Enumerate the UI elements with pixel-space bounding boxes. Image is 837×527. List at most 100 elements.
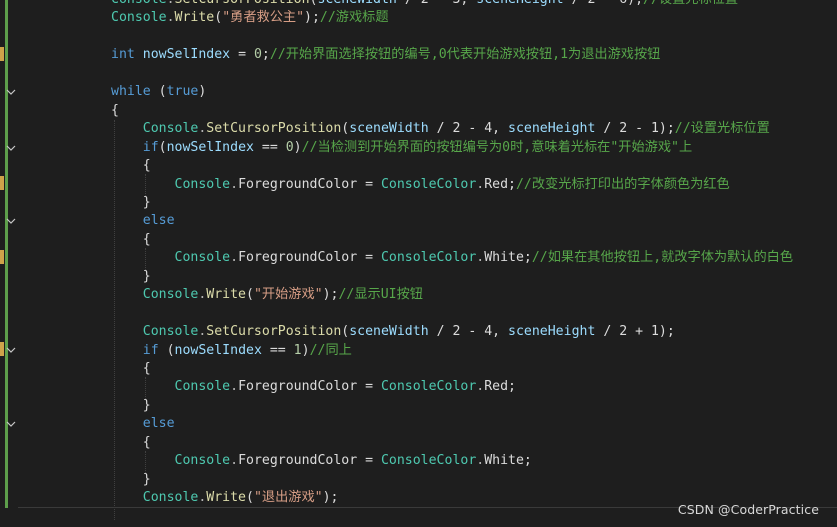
code-line[interactable]: int nowSelIndex = 0;//开始界面选择按钮的编号,0代表开始游…	[111, 46, 660, 64]
code-token: ForegroundColor =	[238, 176, 381, 192]
code-token: Console	[142, 490, 199, 506]
code-line[interactable]: }	[111, 268, 151, 286]
code-line[interactable]: Console.ForegroundColor = ConsoleColor.R…	[111, 176, 730, 194]
code-token: true	[166, 84, 199, 100]
code-line[interactable]: {	[111, 434, 151, 452]
code-token: );	[322, 287, 339, 303]
change-marker	[0, 342, 4, 356]
code-editor[interactable]: Console. SetCursorPosition ( sceneWidth / 2…	[0, 0, 837, 527]
code-token: (	[150, 84, 167, 100]
code-token: .	[166, 10, 175, 26]
code-token: "开始游戏"	[253, 287, 323, 303]
code-token: / 2 - 1);	[595, 121, 675, 137]
code-token: else	[142, 213, 175, 229]
code-token: ConsoleColor	[380, 453, 477, 469]
collapse-chevron-icon[interactable]	[6, 419, 16, 429]
change-marker	[0, 250, 4, 264]
code-token: White;	[484, 250, 532, 266]
code-token: }	[111, 268, 151, 284]
code-token: {	[111, 434, 151, 450]
code-token: ==	[253, 139, 286, 155]
code-token: sceneHeight	[508, 324, 596, 340]
code-line[interactable]: if(nowSelIndex == 0)//当检测到开始界面的按钮编号为0时,意…	[111, 139, 692, 157]
code-token: .	[230, 379, 239, 395]
code-token: Console	[111, 10, 167, 26]
code-line[interactable]: while (true)	[111, 83, 206, 101]
code-token: {	[111, 158, 151, 174]
code-token: nowSelIndex	[174, 342, 262, 358]
code-line[interactable]: else	[111, 212, 175, 230]
code-line[interactable]: }	[111, 397, 151, 415]
code-line[interactable]: if (nowSelIndex == 1)//同上	[111, 342, 352, 360]
code-line[interactable]: Console.ForegroundColor = ConsoleColor.W…	[111, 249, 794, 267]
code-token: (	[158, 139, 167, 155]
code-token: //开始界面选择按钮的编号,0代表开始游戏按钮,1为退出游戏按钮	[269, 47, 661, 63]
code-line[interactable]: Console.Write("退出游戏");	[111, 489, 339, 507]
collapse-chevron-icon[interactable]	[6, 345, 16, 355]
code-token: Console	[142, 121, 199, 137]
code-token: sceneHeight	[476, 0, 563, 7]
code-token: )	[301, 342, 310, 358]
code-token: Console	[174, 453, 231, 469]
collapse-chevron-icon[interactable]	[6, 216, 16, 226]
code-line[interactable]: {	[111, 157, 151, 175]
collapse-chevron-icon[interactable]	[6, 87, 16, 97]
code-token: ForegroundColor =	[238, 250, 381, 266]
code-token: White;	[484, 453, 532, 469]
code-token: Console	[142, 287, 199, 303]
code-token: sceneWidth	[349, 121, 429, 137]
code-line[interactable]: Console.Write("开始游戏");//显示UI按钮	[111, 286, 423, 304]
code-line[interactable]: Console.ForegroundColor = ConsoleColor.W…	[111, 452, 532, 470]
code-token: "勇者救公主"	[222, 10, 305, 26]
code-token: Write	[206, 287, 246, 303]
code-token: nowSelIndex	[166, 139, 254, 155]
code-token: SetCursorPosition	[206, 121, 342, 137]
code-token: //如果在其他按钮上,就改字体为默认的白色	[531, 250, 794, 266]
code-line[interactable]: {	[111, 360, 151, 378]
code-line[interactable]: Console.SetCursorPosition(sceneWidth / 2…	[111, 120, 770, 138]
code-token: / 2 - 3,	[397, 0, 476, 7]
code-token: / 2 - 4,	[428, 324, 509, 340]
code-token: ConsoleColor	[380, 379, 477, 395]
code-line[interactable]: }	[111, 194, 151, 212]
code-token: while	[111, 84, 151, 100]
code-token: }	[111, 397, 151, 413]
code-token: sceneWidth	[349, 324, 429, 340]
code-token: );	[322, 490, 339, 506]
code-token: {	[111, 231, 151, 247]
code-token: ForegroundColor =	[238, 379, 381, 395]
code-token: ;	[261, 47, 270, 63]
code-token: //游戏标题	[319, 10, 389, 26]
change-marker	[0, 47, 4, 61]
code-line[interactable]: }	[111, 471, 151, 489]
code-line[interactable]: {	[111, 231, 151, 249]
code-token: if	[142, 342, 159, 358]
code-line[interactable]: Console.Write("勇者救公主");//游戏标题	[111, 9, 389, 27]
code-token: ConsoleColor	[380, 250, 477, 266]
code-token: =	[230, 47, 254, 63]
code-token: ForegroundColor =	[238, 453, 381, 469]
collapse-chevron-icon[interactable]	[6, 143, 16, 153]
code-token: "退出游戏"	[253, 490, 323, 506]
code-token: //显示UI按钮	[338, 287, 423, 303]
code-token: 0	[253, 47, 262, 63]
code-line[interactable]: {	[111, 102, 119, 120]
code-token: Console	[174, 250, 231, 266]
code-token: if	[142, 139, 159, 155]
code-line[interactable]: Console.ForegroundColor = ConsoleColor.R…	[111, 378, 516, 396]
code-token: }	[111, 194, 151, 210]
code-line[interactable]: Console.SetCursorPosition(sceneWidth / 2…	[111, 323, 675, 341]
code-line[interactable]: Console.SetCursorPosition(sceneWidth / 2…	[111, 0, 738, 9]
code-token: / 2 - 4,	[428, 121, 509, 137]
code-token: sceneHeight	[508, 121, 596, 137]
code-token: .	[167, 0, 175, 7]
code-line[interactable]: else	[111, 415, 175, 433]
